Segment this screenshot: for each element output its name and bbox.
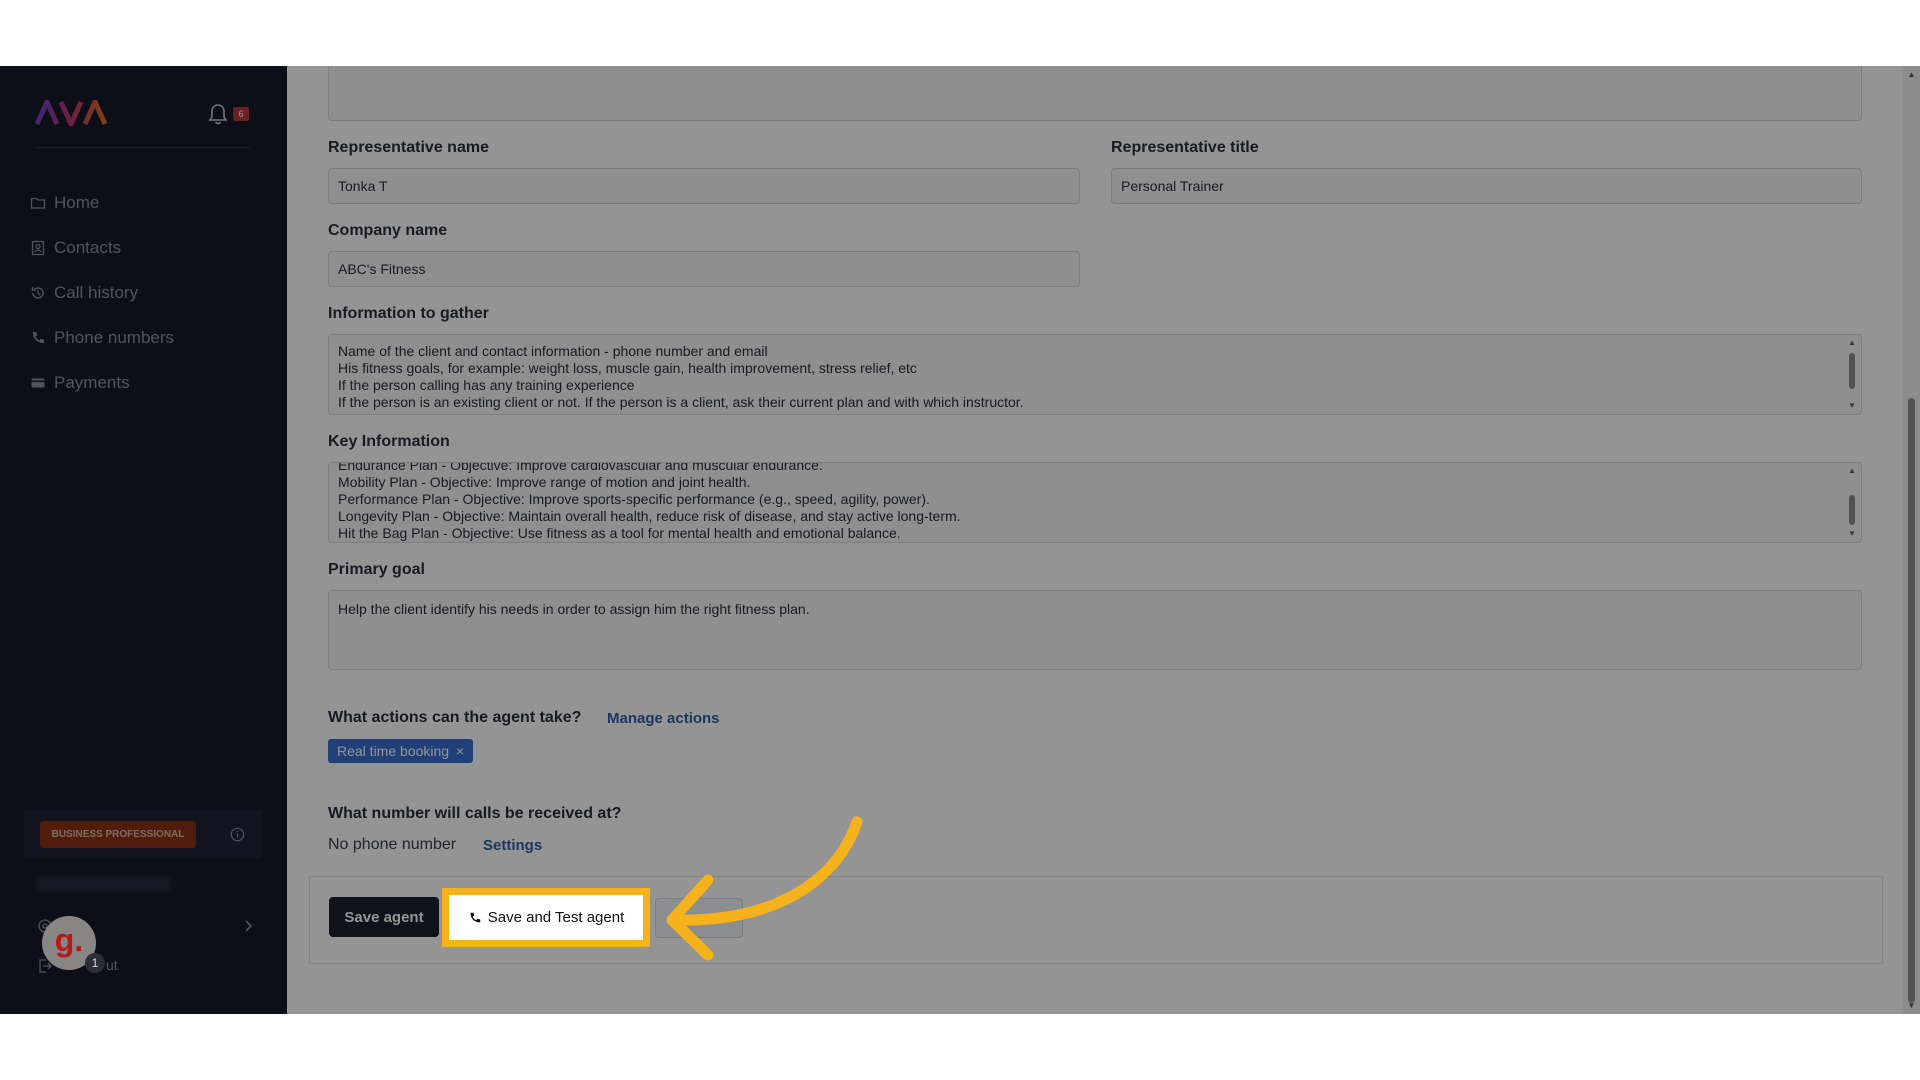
- primary-goal-label: Primary goal: [328, 561, 425, 578]
- sidebar-item-phone-numbers[interactable]: Phone numbers: [30, 315, 174, 360]
- avatar-count-badge: 1: [85, 953, 105, 973]
- rep-name-value: Tonka T: [338, 178, 388, 194]
- text-line: Name of the client and contact informati…: [338, 343, 768, 359]
- highlight-frame: Save and Test agent: [442, 888, 650, 947]
- page-scroll-thumb[interactable]: [1908, 398, 1915, 1003]
- sidebar-item-home[interactable]: Home: [30, 180, 174, 225]
- phone-number-label: What number will calls be received at?: [328, 805, 622, 822]
- folder-icon: [30, 197, 46, 209]
- bell-icon[interactable]: [208, 103, 228, 125]
- company-name-input[interactable]: ABC's Fitness: [328, 251, 1080, 287]
- notification-badge: 6: [233, 107, 249, 121]
- text-line: If the person is an existing client or n…: [338, 394, 1024, 410]
- sidebar: 6 Home Contacts Call history Phone numbe…: [0, 66, 287, 1014]
- page-scrollbar[interactable]: ▲ ▼: [1903, 66, 1920, 1014]
- sidebar-nav: Home Contacts Call history Phone numbers…: [30, 180, 174, 405]
- scroll-up-icon[interactable]: ▲: [1907, 70, 1916, 79]
- text-line: Longevity Plan - Objective: Maintain ove…: [338, 508, 961, 524]
- save-agent-button[interactable]: Save agent: [329, 897, 439, 937]
- text-line: Mobility Plan - Objective: Improve range…: [338, 474, 751, 490]
- action-chip-label: Real time booking: [337, 743, 450, 759]
- company-name-value: ABC's Fitness: [338, 261, 426, 277]
- no-phone-text: No phone number: [328, 836, 457, 853]
- scroll-down-icon[interactable]: ▼: [1907, 1001, 1916, 1010]
- sidebar-item-label: Home: [54, 192, 100, 212]
- scroll-thumb[interactable]: [1849, 353, 1855, 389]
- plan-panel: BUSINESS PROFESSIONAL: [24, 810, 262, 859]
- sidebar-item-label: Call history: [54, 282, 139, 302]
- contact-card-icon: [31, 240, 45, 255]
- sidebar-item-payments[interactable]: Payments: [30, 360, 174, 405]
- sidebar-item-label: Phone numbers: [54, 327, 175, 347]
- sidebar-item-call-history[interactable]: Call history: [30, 270, 174, 315]
- scroll-down-icon[interactable]: ▼: [1847, 402, 1857, 410]
- manage-actions-link[interactable]: Manage actions: [607, 710, 720, 727]
- key-info-scroll-content: Endurance Plan - Objective: Improve card…: [338, 462, 1831, 542]
- sidebar-item-label: Contacts: [54, 237, 122, 257]
- text-line: If the person calling has any training e…: [338, 377, 635, 393]
- rep-title-value: Personal Trainer: [1121, 178, 1224, 194]
- text-line: Endurance Plan - Objective: Improve card…: [338, 462, 823, 473]
- rep-name-input[interactable]: Tonka T: [328, 168, 1080, 204]
- rep-title-input[interactable]: Personal Trainer: [1111, 168, 1862, 204]
- pointer-arrow-icon: [666, 816, 863, 961]
- phone-icon: [470, 912, 480, 922]
- card-icon: [31, 378, 45, 387]
- save-and-test-button[interactable]: Save and Test agent: [455, 901, 637, 934]
- ava-logo[interactable]: [35, 100, 109, 126]
- company-name-label: Company name: [328, 222, 448, 239]
- save-and-test-label: Save and Test agent: [487, 909, 625, 926]
- sidebar-item-contacts[interactable]: Contacts: [30, 225, 174, 270]
- sidebar-item-label: Payments: [54, 372, 130, 392]
- logout-label[interactable]: ut: [106, 957, 118, 973]
- rep-title-label: Representative title: [1111, 139, 1259, 156]
- scroll-down-icon[interactable]: ▼: [1847, 530, 1857, 538]
- history-icon: [31, 286, 44, 299]
- text-line: Performance Plan - Objective: Improve sp…: [338, 491, 930, 507]
- phone-icon: [32, 331, 44, 343]
- scroll-up-icon[interactable]: ▲: [1847, 339, 1857, 347]
- actions-label: What actions can the agent take?: [328, 709, 582, 726]
- sidebar-divider: [36, 147, 250, 148]
- app-window: 6 Home Contacts Call history Phone numbe…: [0, 66, 1920, 1014]
- primary-goal-value: Help the client identify his needs in or…: [338, 601, 810, 617]
- info-gather-label: Information to gather: [328, 305, 489, 322]
- primary-goal-textarea[interactable]: Help the client identify his needs in or…: [328, 590, 1862, 670]
- textarea-scrollbar[interactable]: ▲ ▼: [1847, 339, 1857, 410]
- scroll-up-icon[interactable]: ▲: [1847, 467, 1857, 475]
- key-info-label: Key Information: [328, 433, 450, 450]
- blurred-account-email: [36, 876, 170, 892]
- plan-badge[interactable]: BUSINESS PROFESSIONAL: [40, 821, 196, 848]
- textarea-scrollbar[interactable]: ▲ ▼: [1847, 467, 1857, 538]
- rep-name-label: Representative name: [328, 139, 489, 156]
- info-icon[interactable]: [230, 827, 245, 842]
- key-info-textarea[interactable]: Endurance Plan - Objective: Improve card…: [328, 462, 1862, 543]
- close-icon[interactable]: ×: [456, 743, 464, 759]
- chevron-right-icon[interactable]: [244, 919, 254, 933]
- action-chip[interactable]: Real time booking ×: [328, 739, 474, 763]
- description-textarea-partial[interactable]: [328, 66, 1862, 121]
- text-line: His fitness goals, for example: weight l…: [338, 360, 917, 376]
- scroll-thumb[interactable]: [1849, 495, 1855, 525]
- agent-form: Representative name Tonka T Representati…: [287, 66, 1903, 1014]
- info-gather-textarea[interactable]: Name of the client and contact informati…: [328, 334, 1862, 415]
- text-line: Hit the Bag Plan - Objective: Use fitnes…: [338, 525, 901, 541]
- settings-link[interactable]: Settings: [483, 837, 542, 854]
